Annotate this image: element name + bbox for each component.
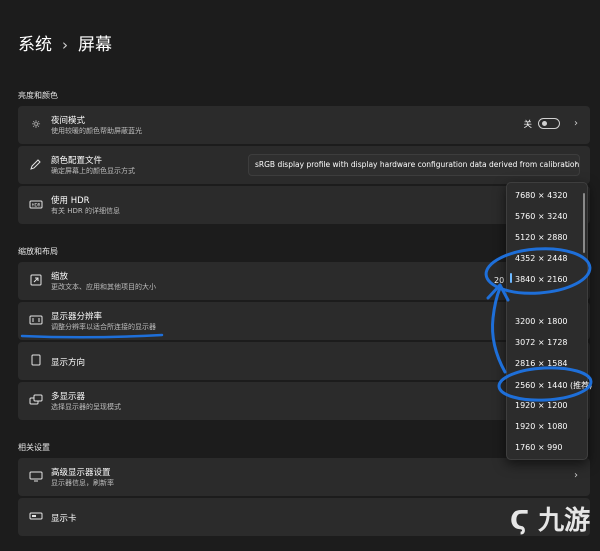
scale-card[interactable]: 缩放 更改文本、应用和其他项目的大小 20: [18, 262, 590, 300]
graphics-card-icon-svg: [29, 512, 43, 520]
chevron-right-icon: ›: [574, 470, 578, 481]
pen-icon: [28, 157, 44, 173]
night-mode-state: 关: [523, 120, 532, 130]
orientation-card[interactable]: 显示方向: [18, 342, 590, 380]
color-profile-subtitle: 确定屏幕上的颜色显示方式: [51, 167, 135, 175]
resolution-option[interactable]: 1920 × 1200: [515, 401, 568, 410]
section-title-related: 相关设置: [18, 443, 50, 452]
night-mode-card[interactable]: ☼ 夜间模式 使用较暖的颜色帮助屏蔽蓝光 关 ›: [18, 106, 590, 144]
page-title: 屏幕: [78, 35, 112, 55]
advanced-display-subtitle: 显示器信息，刷新率: [51, 479, 114, 487]
section-title-brightness: 亮度和颜色: [18, 91, 58, 100]
resolution-option[interactable]: 4352 × 2448: [515, 254, 568, 263]
watermark-text: 九游: [538, 506, 591, 536]
svg-text:HDR: HDR: [32, 203, 41, 208]
resolution-icon: [28, 313, 44, 329]
selected-indicator: [510, 273, 512, 283]
monitor-icon-svg: [29, 471, 43, 482]
toggle-knob: [542, 121, 547, 126]
orientation-icon: [28, 353, 44, 369]
resolution-option[interactable]: 3072 × 1728: [515, 338, 568, 347]
color-profile-title: 颜色配置文件: [51, 156, 103, 166]
resolution-title: 显示器分辨率: [51, 312, 103, 322]
orientation-icon-svg: [31, 354, 41, 366]
multi-display-subtitle: 选择显示器的呈现模式: [51, 403, 121, 411]
hdr-card[interactable]: HDR 使用 HDR 有关 HDR 的详细信息: [18, 186, 590, 224]
scale-title: 缩放: [51, 272, 69, 282]
multi-display-icon: [28, 393, 44, 409]
graphics-card-icon: [28, 509, 44, 525]
hdr-icon-svg: HDR: [29, 200, 43, 209]
resolution-option[interactable]: 2816 × 1584: [515, 359, 568, 368]
resolution-dropdown[interactable]: 7680 × 4320 5760 × 3240 5120 × 2880 4352…: [506, 182, 592, 460]
multi-display-title: 多显示器: [51, 392, 86, 402]
color-profile-card: 颜色配置文件 确定屏幕上的颜色显示方式 sRGB display profile…: [18, 146, 590, 184]
color-profile-select[interactable]: sRGB display profile with display hardwa…: [248, 154, 580, 176]
section-title-scale-layout: 缩放和布局: [18, 247, 58, 256]
chevron-right-icon: ›: [574, 118, 578, 129]
dropdown-scrollbar[interactable]: [583, 193, 585, 253]
color-profile-value: sRGB display profile with display hardwa…: [255, 160, 580, 169]
night-mode-toggle[interactable]: [538, 118, 560, 129]
orientation-title: 显示方向: [51, 358, 86, 368]
resolution-card[interactable]: 显示器分辨率 调整分辨率以适合所连接的显示器: [18, 302, 590, 340]
resolution-option[interactable]: 3200 × 1800: [515, 317, 568, 326]
scale-icon-svg: [30, 274, 42, 286]
monitor-icon: [28, 469, 44, 485]
resolution-option[interactable]: 5760 × 3240: [515, 212, 568, 221]
watermark-logo: Ϛ 九游: [510, 500, 590, 537]
hdr-subtitle: 有关 HDR 的详细信息: [51, 207, 120, 215]
chevron-right-icon: ›: [574, 158, 578, 169]
resolution-option[interactable]: 5120 × 2880: [515, 233, 568, 242]
resolution-option[interactable]: 1920 × 1080: [515, 422, 568, 431]
night-mode-subtitle: 使用较暖的颜色帮助屏蔽蓝光: [51, 127, 142, 135]
resolution-subtitle: 调整分辨率以适合所连接的显示器: [51, 323, 156, 331]
scale-subtitle: 更改文本、应用和其他项目的大小: [51, 283, 156, 291]
multi-display-icon-svg: [29, 394, 43, 405]
night-mode-title: 夜间模式: [51, 116, 86, 126]
brightness-icon: ☼: [31, 118, 41, 131]
graphics-title: 显示卡: [51, 514, 77, 524]
hdr-title: 使用 HDR: [51, 196, 90, 206]
breadcrumb-parent[interactable]: 系统: [18, 35, 52, 55]
breadcrumb-separator: ›: [62, 36, 68, 54]
advanced-display-card[interactable]: 高级显示器设置 显示器信息，刷新率 ›: [18, 458, 590, 496]
hdr-icon: HDR: [28, 197, 44, 213]
resolution-option-selected[interactable]: 3840 × 2160: [515, 275, 568, 284]
advanced-display-title: 高级显示器设置: [51, 468, 111, 478]
scale-value[interactable]: 20: [494, 276, 504, 285]
resolution-icon-svg: [29, 315, 43, 325]
scale-icon: [28, 273, 44, 289]
watermark-mark: Ϛ: [510, 506, 530, 536]
graphics-card[interactable]: 显示卡: [18, 498, 590, 536]
resolution-option-recommended[interactable]: 2560 × 1440 (推荐): [515, 380, 592, 391]
chevron-down-icon: ⌄: [564, 160, 571, 169]
multi-display-card[interactable]: 多显示器 选择显示器的呈现模式: [18, 382, 590, 420]
resolution-option[interactable]: 7680 × 4320: [515, 191, 568, 200]
resolution-option[interactable]: 1760 × 990: [515, 443, 562, 452]
breadcrumb: 系统 › 屏幕: [18, 30, 112, 55]
pen-icon-svg: [30, 159, 41, 170]
